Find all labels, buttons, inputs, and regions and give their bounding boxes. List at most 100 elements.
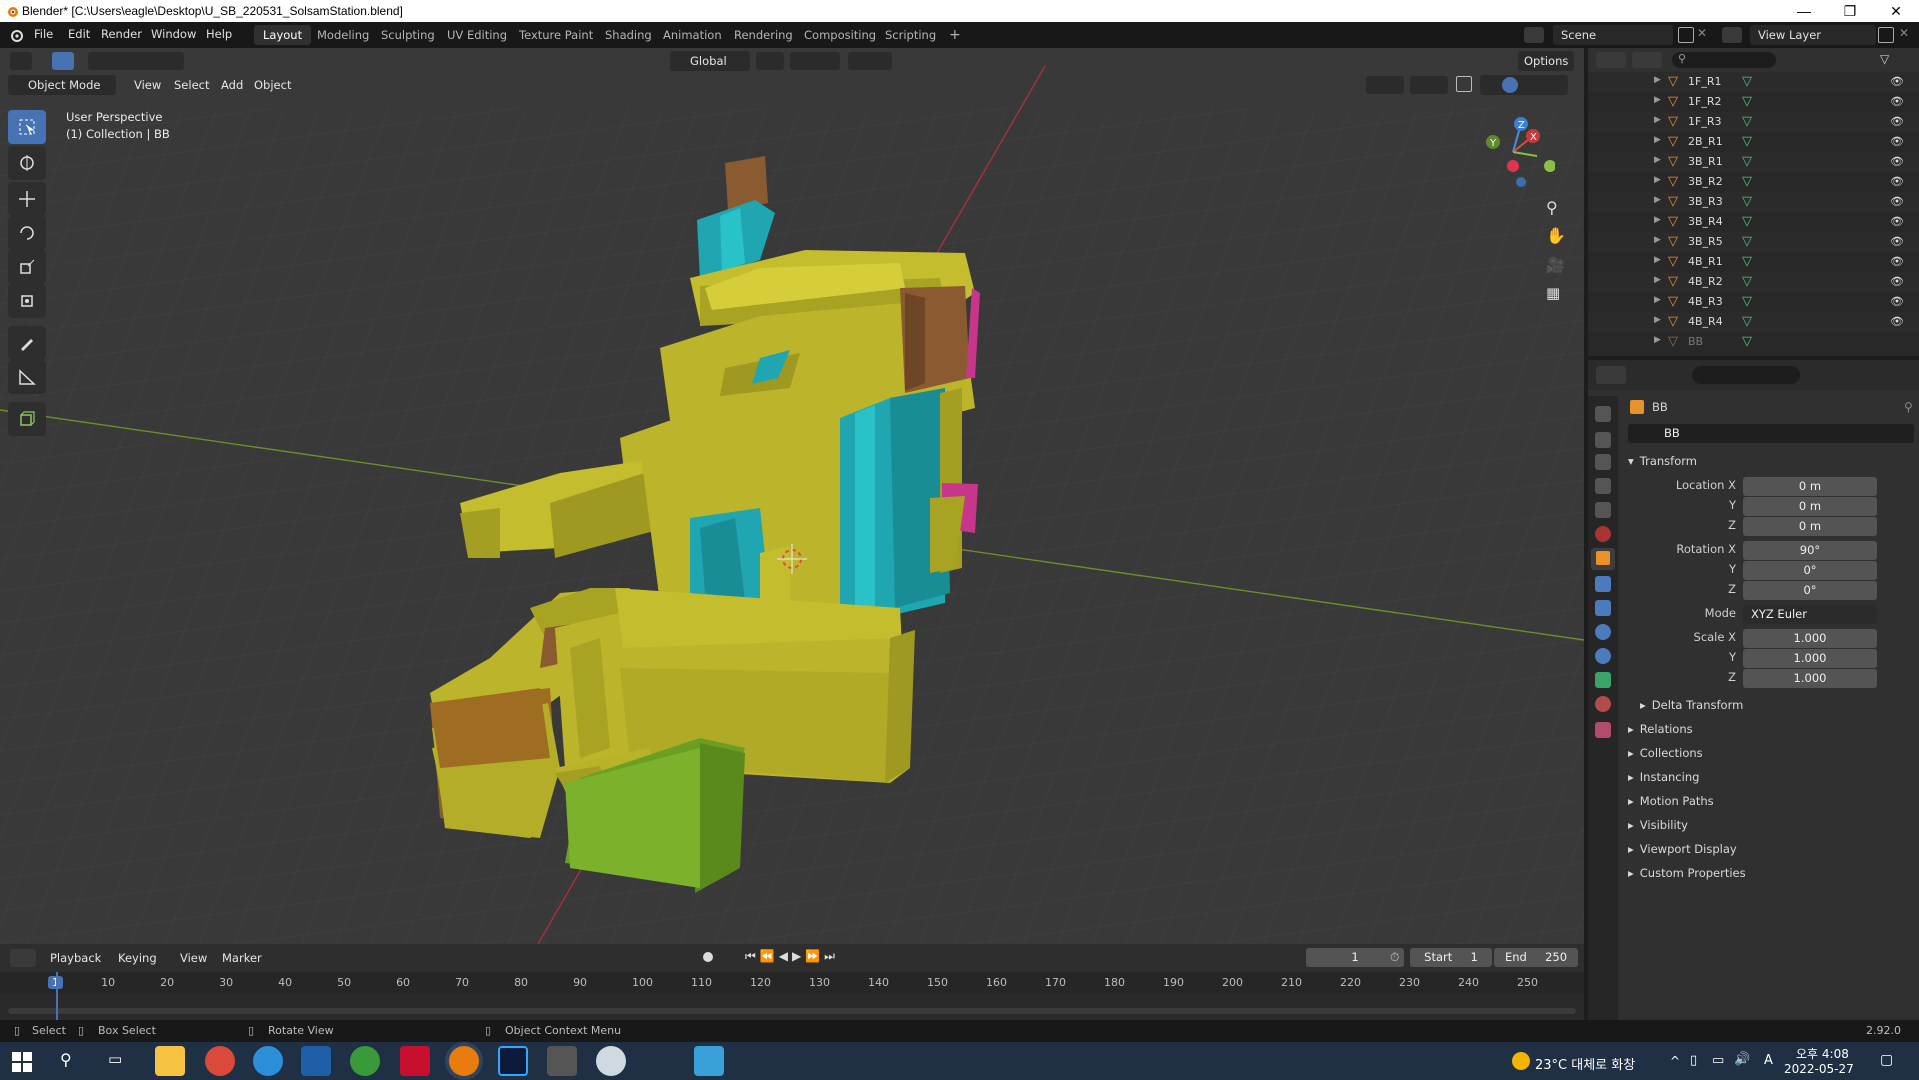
location-y-field[interactable]: 0 m xyxy=(1743,497,1877,516)
outliner-item[interactable]: ▶ ▽ 3B_R5 ▽ 👁 xyxy=(1588,232,1919,252)
visibility-icon[interactable] xyxy=(1330,76,1360,94)
filter-icon[interactable]: ▽ xyxy=(1880,52,1904,68)
motion-paths-section[interactable]: ▸ Motion Paths xyxy=(1628,794,1714,808)
rotation-y-field[interactable]: 0° xyxy=(1743,561,1877,580)
mesh-data-icon[interactable]: ▽ xyxy=(1742,94,1752,109)
scene-selector[interactable]: Scene xyxy=(1553,25,1673,45)
tab-texture-paint[interactable]: Texture Paint xyxy=(510,25,602,45)
remove-scene-icon[interactable]: ✕ xyxy=(1697,26,1707,40)
outliner-item-label[interactable]: BB xyxy=(1688,335,1703,348)
visibility-eye-icon[interactable]: 👁 xyxy=(1890,235,1904,248)
expand-arrow-icon[interactable]: ▶ xyxy=(1654,155,1661,165)
playback-controls[interactable]: ⏮⏪◀▶⏩⏭ xyxy=(745,949,839,964)
expand-arrow-icon[interactable]: ▶ xyxy=(1654,335,1661,345)
properties-editor-type-icon[interactable] xyxy=(1596,366,1626,384)
blender-menu-icon[interactable] xyxy=(8,27,24,43)
visibility-eye-icon[interactable]: 👁 xyxy=(1890,175,1904,188)
task-view-icon[interactable]: ▭ xyxy=(108,1050,122,1068)
physics-tab-icon[interactable] xyxy=(1595,624,1611,640)
mesh-data-icon[interactable]: ▽ xyxy=(1742,254,1752,269)
pan-hand-icon[interactable]: ✋ xyxy=(1546,226,1566,245)
mesh-data-icon[interactable]: ▽ xyxy=(1742,174,1752,189)
location-x-field[interactable]: 0 m xyxy=(1743,477,1877,496)
end-frame-field[interactable]: End 250 xyxy=(1494,948,1578,967)
expand-arrow-icon[interactable]: ▶ xyxy=(1654,295,1661,305)
viewport-display-section[interactable]: ▸ Viewport Display xyxy=(1628,842,1737,856)
view-layer-selector[interactable]: View Layer xyxy=(1750,25,1876,45)
rotation-x-field[interactable]: 90° xyxy=(1743,541,1877,560)
expand-arrow-icon[interactable]: ▶ xyxy=(1654,195,1661,205)
snap-icon[interactable] xyxy=(790,52,840,70)
outliner-item[interactable]: ▶ ▽ 3B_R4 ▽ 👁 xyxy=(1588,212,1919,232)
expand-arrow-icon[interactable]: ▶ xyxy=(1654,175,1661,185)
outliner-item[interactable]: ▶ ▽ 1F_R3 ▽ 👁 xyxy=(1588,112,1919,132)
outliner-search-input[interactable]: ⚲ xyxy=(1672,52,1776,68)
ortho-grid-icon[interactable]: ▦ xyxy=(1546,284,1560,302)
outliner-item-label[interactable]: 4B_R3 xyxy=(1688,295,1723,308)
outliner-item-label[interactable]: 2B_R1 xyxy=(1688,135,1723,148)
tray-chevron-icon[interactable]: ^ xyxy=(1670,1054,1680,1068)
expand-arrow-icon[interactable]: ▶ xyxy=(1654,315,1661,325)
visibility-eye-icon[interactable]: 👁 xyxy=(1890,115,1904,128)
outliner-item[interactable]: ▶ ▽ 1F_R1 ▽ 👁 xyxy=(1588,72,1919,92)
close-button[interactable]: ✕ xyxy=(1873,0,1919,22)
tab-compositing[interactable]: Compositing xyxy=(795,25,885,45)
outliner-item-label[interactable]: 1F_R2 xyxy=(1688,95,1721,108)
visibility-eye-icon[interactable]: 👁 xyxy=(1890,215,1904,228)
search-icon[interactable]: ⚲ xyxy=(60,1050,72,1069)
outliner-item-label[interactable]: 3B_R3 xyxy=(1688,195,1723,208)
scale-tool-icon[interactable] xyxy=(8,250,46,284)
outliner-item[interactable]: ▶ ▽ 2B_R1 ▽ 👁 xyxy=(1588,132,1919,152)
visibility-eye-icon[interactable]: 👁 xyxy=(1890,75,1904,88)
mesh-data-icon[interactable]: ▽ xyxy=(1742,334,1752,349)
proportional-edit-icon[interactable] xyxy=(848,52,892,70)
timeline-menu-marker[interactable]: Marker xyxy=(216,948,268,968)
timeline-editor-type-icon[interactable] xyxy=(10,949,36,967)
menu-window[interactable]: Window xyxy=(151,27,196,41)
outliner-item-label[interactable]: 3B_R1 xyxy=(1688,155,1723,168)
new-scene-icon[interactable] xyxy=(1678,27,1694,43)
world-tab-icon[interactable] xyxy=(1595,526,1611,542)
3d-viewport[interactable]: Global Options Object Mode View Select A… xyxy=(0,48,1584,944)
rotation-mode-dropdown[interactable]: XYZ Euler xyxy=(1743,605,1877,624)
volume-icon[interactable]: 🔊 xyxy=(1734,1052,1750,1067)
visibility-eye-icon[interactable]: 👁 xyxy=(1890,135,1904,148)
expand-arrow-icon[interactable]: ▶ xyxy=(1654,95,1661,105)
transform-tool-icon[interactable] xyxy=(8,284,46,318)
timeline-menu-view[interactable]: View xyxy=(174,948,213,968)
ime-indicator[interactable]: A xyxy=(1764,1053,1773,1068)
remove-view-layer-icon[interactable]: ✕ xyxy=(1899,26,1909,40)
visibility-eye-icon[interactable]: 👁 xyxy=(1890,315,1904,328)
transform-orientation-dropdown[interactable]: Global xyxy=(670,51,750,71)
scene-icon[interactable] xyxy=(1524,27,1544,43)
record-icon[interactable] xyxy=(703,952,713,962)
particles-tab-icon[interactable] xyxy=(1595,600,1611,616)
solid-shading-icon[interactable] xyxy=(1502,77,1518,93)
relations-section[interactable]: ▸ Relations xyxy=(1628,722,1693,736)
outliner-item[interactable]: ▶ ▽ 3B_R2 ▽ 👁 xyxy=(1588,172,1919,192)
outliner-item-label[interactable]: 4B_R2 xyxy=(1688,275,1723,288)
texture-tab-icon[interactable] xyxy=(1595,722,1611,738)
visibility-eye-icon[interactable]: 👁 xyxy=(1890,295,1904,308)
outliner-item[interactable]: ▶ ▽ 4B_R2 ▽ 👁 xyxy=(1588,272,1919,292)
tab-shading[interactable]: Shading xyxy=(596,25,661,45)
outliner-item[interactable]: ▶ ▽ 3B_R1 ▽ 👁 xyxy=(1588,152,1919,172)
object-tab-icon[interactable] xyxy=(1591,548,1615,570)
visibility-eye-icon[interactable]: 👁 xyxy=(1890,95,1904,108)
outliner-item[interactable]: ▶ ▽ 1F_R2 ▽ 👁 xyxy=(1588,92,1919,112)
file-explorer-icon[interactable] xyxy=(155,1046,185,1076)
tab-modeling[interactable]: Modeling xyxy=(308,25,378,45)
custom-properties-section[interactable]: ▸ Custom Properties xyxy=(1628,866,1746,880)
outliner-item-label[interactable]: 3B_R4 xyxy=(1688,215,1723,228)
expand-arrow-icon[interactable]: ▶ xyxy=(1654,135,1661,145)
blender-taskbar-icon[interactable] xyxy=(449,1046,479,1076)
mesh-data-icon[interactable]: ▽ xyxy=(1742,194,1752,209)
visibility-eye-icon[interactable]: 👁 xyxy=(1890,195,1904,208)
menu-edit[interactable]: Edit xyxy=(68,27,90,41)
object-data-tab-icon[interactable] xyxy=(1595,672,1611,688)
properties-search-input[interactable] xyxy=(1692,366,1800,384)
rotation-z-field[interactable]: 0° xyxy=(1743,581,1877,600)
viewport-menu-select[interactable]: Select xyxy=(168,75,215,95)
gizmo-toggle-icon[interactable] xyxy=(1366,76,1404,94)
expand-arrow-icon[interactable]: ▶ xyxy=(1654,275,1661,285)
